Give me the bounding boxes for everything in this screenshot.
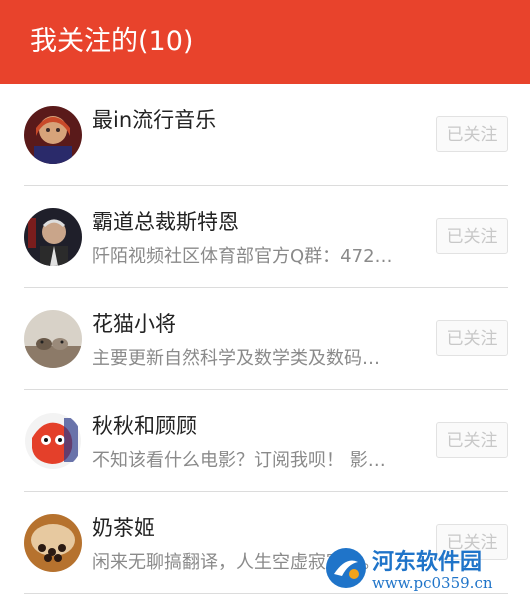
avatar[interactable] xyxy=(24,412,82,470)
avatar[interactable] xyxy=(24,106,82,164)
watermark: 河东软件园 www.pc0359.cn xyxy=(324,542,524,598)
item-title: 奶茶姬 xyxy=(92,516,155,540)
followed-button[interactable]: 已关注 xyxy=(436,320,508,356)
watermark-logo-icon xyxy=(326,548,366,588)
watermark-url: www.pc0359.cn xyxy=(372,574,493,592)
item-description: 不知该看什么电影？订阅我呗！ 影… xyxy=(92,450,386,471)
following-list: 最in流行音乐 已关注 霸道总裁斯特恩 阡陌视频社区体育部官方Q群：472… 已… xyxy=(0,84,530,594)
item-description: 主要更新自然科学及数学类及数码… xyxy=(92,348,380,369)
list-item[interactable]: 最in流行音乐 已关注 xyxy=(0,84,530,186)
top-app-bar: 我关注的(10) xyxy=(0,0,530,84)
item-title: 霸道总裁斯特恩 xyxy=(92,210,239,234)
avatar[interactable] xyxy=(24,514,82,572)
item-title: 花猫小将 xyxy=(92,312,176,336)
list-item[interactable]: 花猫小将 主要更新自然科学及数学类及数码… 已关注 xyxy=(0,288,530,390)
item-description: 阡陌视频社区体育部官方Q群：472… xyxy=(92,246,393,267)
watermark-name: 河东软件园 xyxy=(372,550,483,575)
followed-button[interactable]: 已关注 xyxy=(436,422,508,458)
avatar[interactable] xyxy=(24,208,82,266)
item-title: 最in流行音乐 xyxy=(92,108,217,132)
list-item[interactable]: 霸道总裁斯特恩 阡陌视频社区体育部官方Q群：472… 已关注 xyxy=(0,186,530,288)
followed-button[interactable]: 已关注 xyxy=(436,218,508,254)
list-item[interactable]: 秋秋和顾顾 不知该看什么电影？订阅我呗！ 影… 已关注 xyxy=(0,390,530,492)
followed-button[interactable]: 已关注 xyxy=(436,116,508,152)
item-title: 秋秋和顾顾 xyxy=(92,414,197,438)
page-title: 我关注的(10) xyxy=(30,26,194,57)
avatar[interactable] xyxy=(24,310,82,368)
